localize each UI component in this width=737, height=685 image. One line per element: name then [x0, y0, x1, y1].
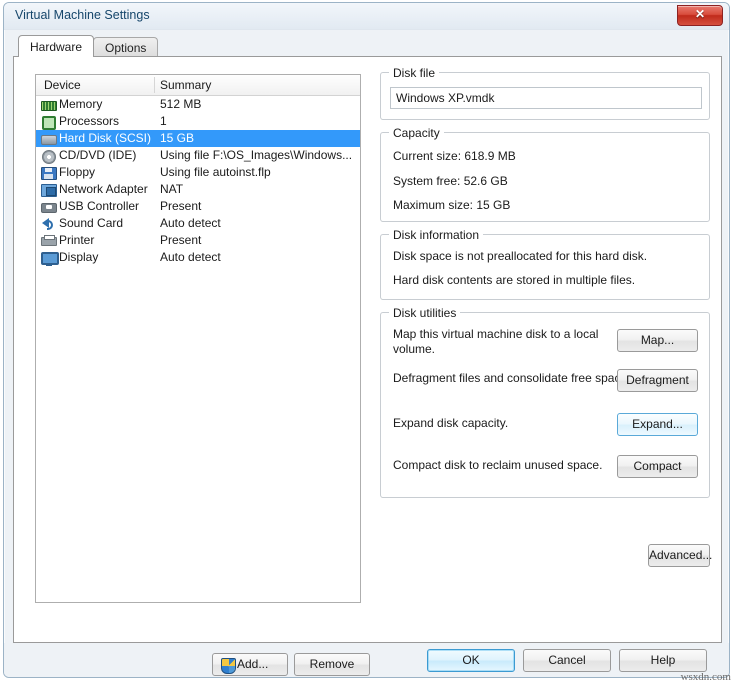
help-button[interactable]: Help	[619, 649, 707, 672]
cancel-button[interactable]: Cancel	[523, 649, 611, 672]
table-row[interactable]: Floppy Using file autoinst.flp	[36, 164, 360, 181]
device-summary: NAT	[160, 182, 184, 196]
table-row[interactable]: Display Auto detect	[36, 249, 360, 266]
floppy-icon	[41, 166, 57, 180]
remove-button[interactable]: Remove	[294, 653, 370, 676]
close-glyph: ✕	[694, 7, 706, 21]
cd-dvd-icon	[41, 149, 56, 164]
device-summary: Present	[160, 233, 202, 247]
device-list[interactable]: Device Summary Memory 512 MB Processors …	[35, 74, 361, 603]
network-adapter-icon	[41, 183, 57, 197]
printer-icon	[41, 234, 57, 247]
sound-card-icon	[41, 217, 55, 230]
disk-info-line-1: Disk space is not preallocated for this …	[393, 249, 648, 263]
expand-button[interactable]: Expand...	[617, 413, 698, 436]
tab-options[interactable]: Options	[93, 37, 159, 57]
hardware-tab-page: Device Summary Memory 512 MB Processors …	[13, 56, 722, 676]
expand-description: Expand disk capacity.	[393, 416, 509, 430]
device-name: Printer	[59, 233, 95, 247]
column-header-device: Device	[44, 78, 81, 92]
capacity-legend: Capacity	[389, 126, 444, 140]
capacity-group: Capacity Current size: 618.9 MB System f…	[380, 126, 710, 222]
defragment-button[interactable]: Defragment	[617, 369, 698, 392]
disk-utilities-legend: Disk utilities	[389, 306, 461, 320]
device-summary: Present	[160, 199, 202, 213]
usb-icon	[41, 200, 57, 213]
device-name: USB Controller	[59, 199, 140, 213]
device-summary: 1	[160, 114, 167, 128]
system-free-text: System free: 52.6 GB	[393, 174, 508, 188]
column-header-summary: Summary	[160, 78, 212, 92]
table-row[interactable]: Network Adapter NAT	[36, 181, 360, 198]
device-summary: 15 GB	[160, 131, 195, 145]
compact-description: Compact disk to reclaim unused space.	[393, 458, 603, 472]
tab-hardware[interactable]: Hardware	[18, 35, 95, 57]
hard-disk-icon	[41, 132, 57, 145]
table-row[interactable]: CD/DVD (IDE) Using file F:\OS_Images\Win…	[36, 147, 360, 164]
processor-icon	[41, 115, 56, 130]
disk-file-legend: Disk file	[389, 66, 440, 80]
watermark: wsxdn.com	[680, 671, 731, 683]
device-summary: Using file F:\OS_Images\Windows...	[160, 148, 353, 162]
ok-button[interactable]: OK	[427, 649, 515, 672]
disk-information-legend: Disk information	[389, 228, 484, 242]
map-description: Map this virtual machine disk to a local…	[393, 327, 599, 356]
map-button[interactable]: Map...	[617, 329, 698, 352]
device-name: Display	[59, 250, 99, 264]
table-row-selected[interactable]: Hard Disk (SCSI) 15 GB	[36, 130, 360, 147]
table-row[interactable]: Printer Present	[36, 232, 360, 249]
current-size-text: Current size: 618.9 MB	[393, 149, 516, 163]
device-name: Network Adapter	[59, 182, 148, 196]
virtual-machine-settings-window: Virtual Machine Settings ✕ Hardware Optio…	[3, 2, 730, 678]
defragment-description: Defragment files and consolidate free sp…	[393, 371, 631, 385]
add-button-label: Add...	[237, 657, 269, 671]
maximum-size-text: Maximum size: 15 GB	[393, 198, 511, 212]
device-summary: Auto detect	[160, 216, 221, 230]
table-row[interactable]: Memory 512 MB	[36, 96, 360, 113]
device-name: Memory	[59, 97, 103, 111]
device-summary: Using file autoinst.flp	[160, 165, 271, 179]
close-icon[interactable]: ✕	[677, 5, 723, 26]
device-summary: Auto detect	[160, 250, 221, 264]
device-name: CD/DVD (IDE)	[59, 148, 137, 162]
device-summary: 512 MB	[160, 97, 202, 111]
disk-file-group: Disk file	[380, 66, 710, 120]
disk-information-group: Disk information Disk space is not preal…	[380, 228, 710, 300]
table-row[interactable]: Processors 1	[36, 113, 360, 130]
title-bar: Virtual Machine Settings ✕	[4, 3, 729, 30]
tab-strip: Hardware Options	[18, 35, 159, 57]
table-row[interactable]: USB Controller Present	[36, 198, 360, 215]
disk-info-line-2: Hard disk contents are stored in multipl…	[393, 273, 636, 287]
display-icon	[41, 251, 59, 266]
device-name: Floppy	[59, 165, 96, 179]
add-button[interactable]: Add...	[212, 653, 288, 676]
compact-button[interactable]: Compact	[617, 455, 698, 478]
window-title: Virtual Machine Settings	[15, 8, 150, 22]
device-list-header: Device Summary	[36, 75, 360, 96]
table-row[interactable]: Sound Card Auto detect	[36, 215, 360, 232]
device-name: Sound Card	[59, 216, 124, 230]
device-name: Processors	[59, 114, 120, 128]
memory-icon	[41, 98, 57, 111]
disk-utilities-group: Disk utilities Map this virtual machine …	[380, 306, 710, 498]
column-divider	[154, 77, 155, 93]
device-name: Hard Disk (SCSI)	[59, 131, 152, 145]
advanced-button[interactable]: Advanced...	[648, 544, 712, 567]
disk-file-input[interactable]	[390, 87, 702, 109]
shield-icon	[221, 658, 236, 674]
